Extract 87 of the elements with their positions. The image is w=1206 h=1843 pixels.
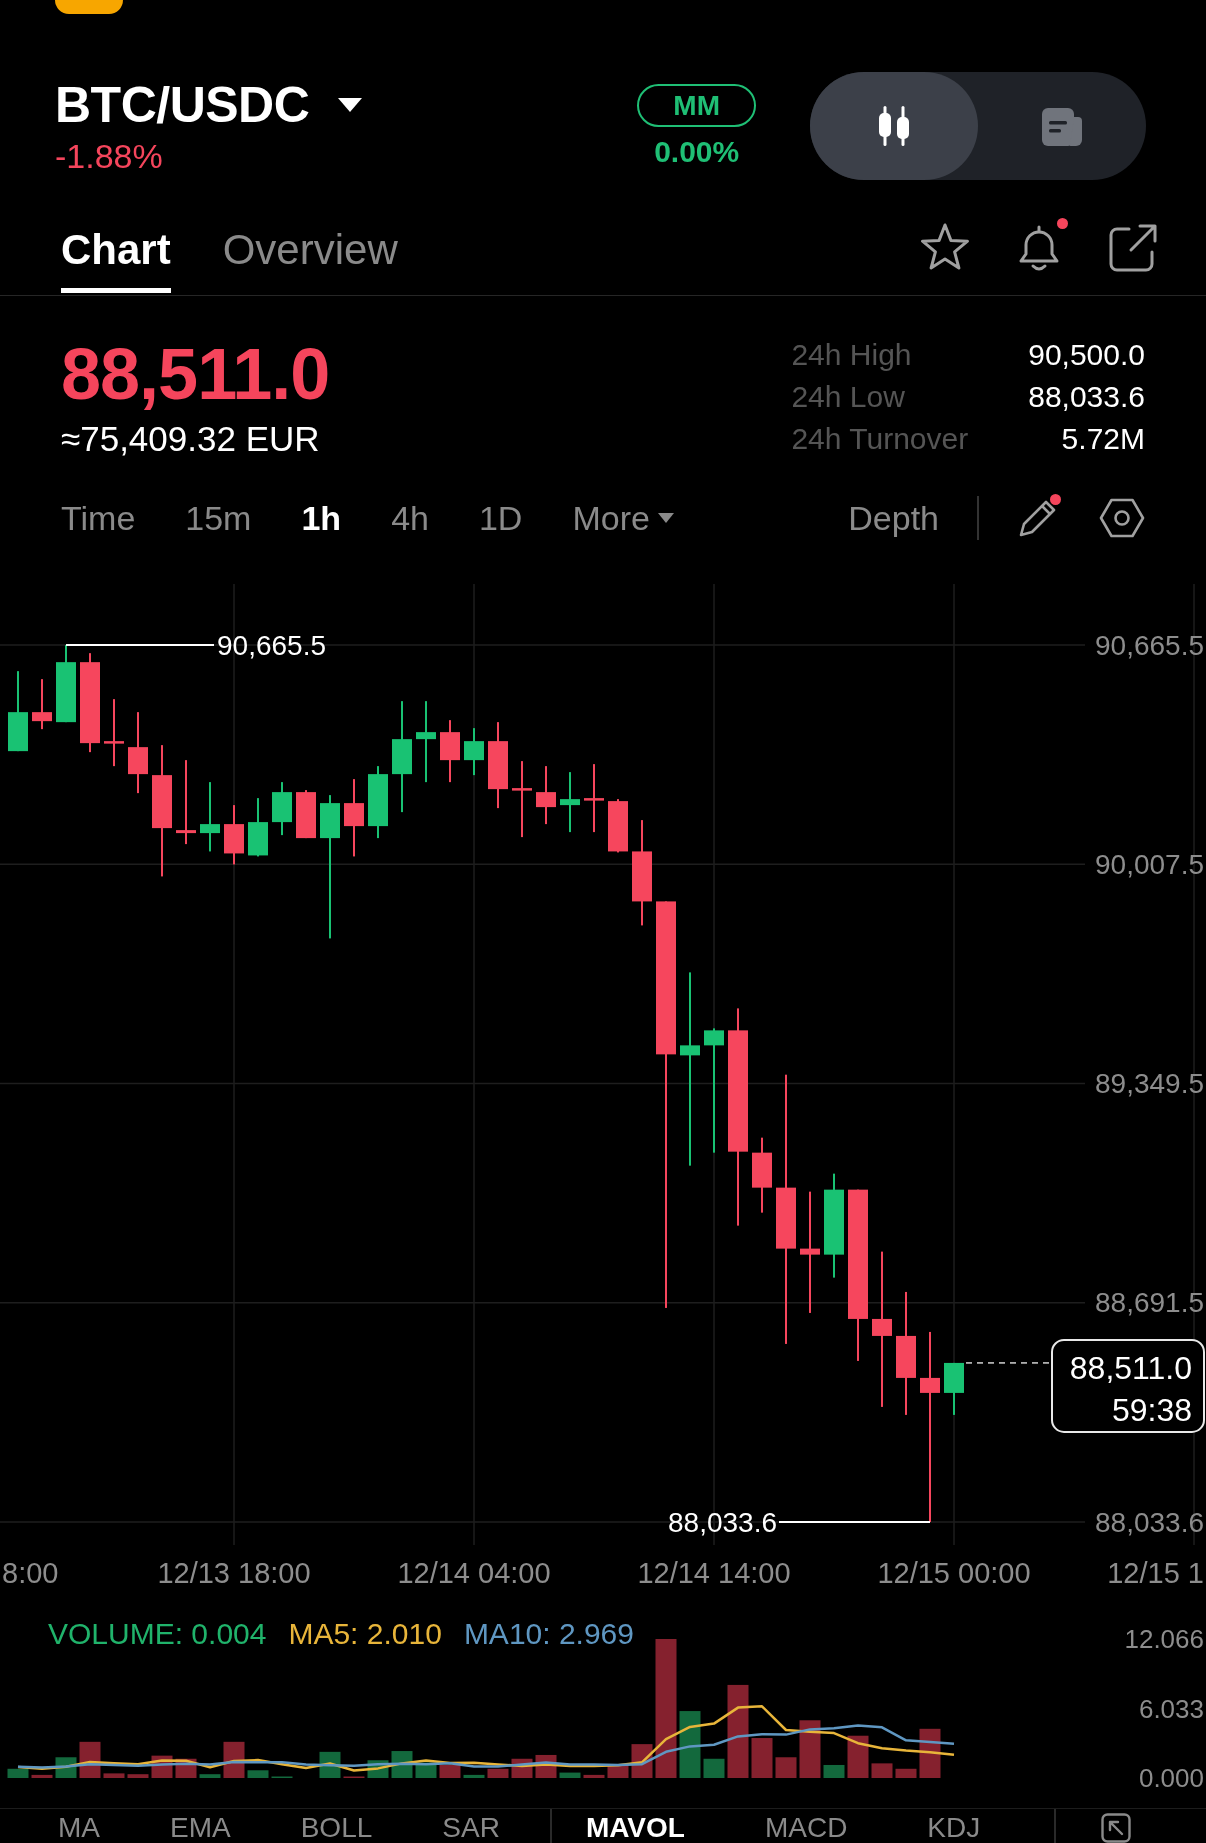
volume-bar — [247, 1770, 269, 1778]
candlestick — [536, 766, 556, 825]
more-dropdown[interactable]: More — [572, 498, 674, 538]
mm-rate: 0.00% — [654, 134, 740, 169]
legend-label: MA5: 2.010 — [288, 1616, 442, 1652]
volume-bar — [847, 1735, 869, 1778]
price-axis-label: 88,691.5 — [1095, 1287, 1204, 1319]
volume-bar — [895, 1768, 917, 1778]
volume-bar — [103, 1773, 125, 1778]
price-axis-label: 90,665.5 — [1095, 629, 1204, 661]
high-price-label: 90,665.5 — [217, 629, 326, 661]
interval-tab[interactable]: Time — [61, 498, 136, 538]
price-axis-label: 88,033.6 — [1095, 1506, 1204, 1538]
candlestick — [560, 772, 580, 833]
indicator-tab[interactable]: KDJ — [927, 1813, 981, 1843]
last-price: 88,511.0 — [61, 334, 330, 414]
indicator-tab[interactable]: EMA — [170, 1813, 231, 1843]
fiat-price: ≈75,409.32 EUR — [61, 419, 320, 459]
arrow-square-icon[interactable] — [1101, 1813, 1132, 1843]
volume-bar — [127, 1774, 149, 1778]
stat-label: 24h High — [791, 338, 913, 372]
candlestick — [224, 805, 244, 865]
volume-bar — [7, 1768, 29, 1778]
depth-tab[interactable]: Depth — [848, 498, 939, 538]
interval-tab[interactable]: 1h — [301, 498, 342, 538]
app-icon[interactable] — [55, 0, 123, 14]
indicator-tab[interactable]: MACD — [764, 1813, 848, 1843]
volume-bar — [199, 1774, 221, 1778]
price-change: -1.88% — [55, 137, 163, 175]
tab[interactable]: Overview — [222, 226, 398, 293]
volume-bar — [31, 1774, 53, 1778]
price-axis-label: 89,349.5 — [1095, 1068, 1204, 1099]
volume-bar — [559, 1772, 581, 1778]
low-price-label: 88,033.6 — [668, 1506, 777, 1538]
candlestick — [248, 798, 268, 857]
time-axis-label: 8:00 — [2, 1557, 59, 1589]
candlestick — [200, 782, 220, 852]
stat-value: 90,500.0 — [1028, 338, 1145, 372]
mm-badge: MM — [637, 83, 756, 127]
volume-bar — [223, 1741, 245, 1778]
caret-down-icon — [657, 513, 674, 523]
time-axis-label: 12/14 04:00 — [397, 1557, 551, 1589]
indicator-tab[interactable]: MA — [58, 1813, 100, 1843]
candlestick — [32, 679, 52, 730]
time-axis-label: 12/13 18:00 — [157, 1557, 311, 1589]
volume-axis-label: 12.066 — [1124, 1624, 1204, 1654]
last-price-value: 88,511.0 — [1069, 1349, 1192, 1386]
volume-axis-label: 0.000 — [1138, 1763, 1204, 1793]
tab[interactable]: Chart — [61, 226, 171, 293]
volume-bar — [703, 1758, 725, 1778]
candlestick — [584, 764, 604, 833]
candlestick — [440, 720, 460, 783]
volume-bar — [751, 1738, 773, 1778]
caret-down-icon[interactable] — [337, 97, 364, 113]
volume-bar — [823, 1765, 845, 1778]
candlestick — [296, 790, 316, 839]
volume-bar — [799, 1720, 821, 1778]
legend-label: MA10: 2.969 — [463, 1616, 634, 1652]
stat-label: 24h Turnover — [791, 422, 969, 456]
volume-bar — [679, 1711, 701, 1778]
trading-pair[interactable]: BTC/USDC — [55, 77, 310, 133]
time-axis-label: 12/15 1 — [1107, 1557, 1204, 1589]
interval-tab[interactable]: 1D — [478, 498, 523, 538]
candlestick — [944, 1362, 964, 1415]
interval-tab[interactable]: 15m — [185, 498, 252, 538]
legend-label: VOLUME: 0.004 — [48, 1616, 267, 1652]
indicator-tab[interactable]: BOLL — [300, 1813, 373, 1843]
price-axis-label: 90,007.5 — [1095, 848, 1204, 880]
stat-value: 5.72M — [1061, 422, 1145, 456]
countdown-timer: 59:38 — [1111, 1391, 1192, 1428]
volume-bar — [463, 1774, 485, 1778]
candlestick — [104, 699, 124, 767]
time-axis-label: 12/14 14:00 — [637, 1557, 791, 1589]
volume-bar — [871, 1763, 893, 1778]
interval-tab[interactable]: 4h — [391, 498, 429, 538]
volume-axis-label: 6.033 — [1138, 1693, 1204, 1724]
volume-bar — [487, 1768, 509, 1778]
indicator-tab[interactable]: SAR — [442, 1813, 500, 1843]
candlestick — [608, 799, 628, 853]
indicator-tab[interactable]: MAVOL — [585, 1813, 685, 1843]
time-axis-label: 12/15 00:00 — [877, 1557, 1031, 1589]
stat-label: 24h Low — [791, 380, 906, 414]
candlestick — [272, 782, 292, 836]
stat-value: 88,033.6 — [1028, 380, 1145, 414]
volume-bar — [775, 1757, 797, 1778]
candlestick — [464, 728, 484, 776]
volume-bar — [583, 1774, 605, 1778]
